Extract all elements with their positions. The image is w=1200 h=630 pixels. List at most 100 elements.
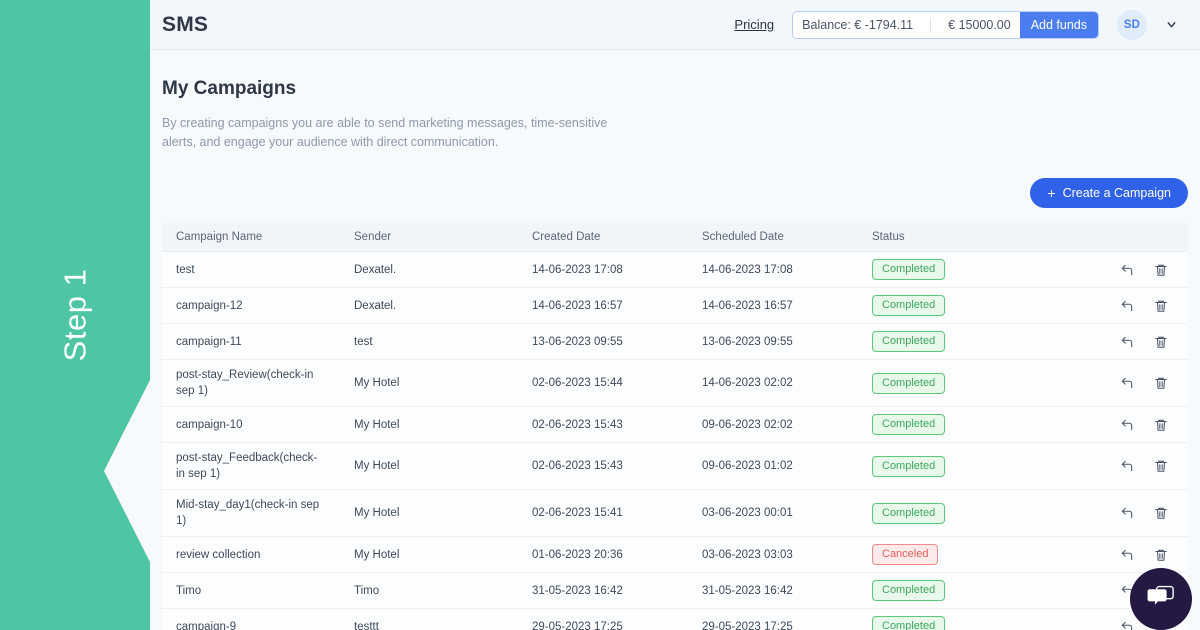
chat-bubbles-icon [1146,584,1176,615]
status-badge: Completed [872,259,946,280]
resend-arrow-icon[interactable] [1120,418,1134,432]
cell-status: Completed [858,372,1053,394]
cell-actions [1053,376,1188,390]
chevron-down-icon[interactable] [1165,18,1178,31]
cell-status: Canceled [858,544,1053,565]
page-content: My Campaigns By creating campaigns you a… [150,50,1200,630]
status-badge: Completed [872,502,946,524]
cell-created-date: 13-06-2023 09:55 [532,335,623,348]
balance-group: Balance: € -1794.11 € 15000.00 Add funds [792,10,1099,39]
cell-sender: Dexatel. [354,263,397,276]
cell-status: Completed [858,259,1053,280]
top-bar: SMS Pricing Balance: € -1794.11 € 15000.… [150,0,1200,50]
status-badge: Canceled [872,544,939,565]
status-badge: Completed [872,331,946,352]
cell-status: Completed [858,580,1053,601]
cell-sender: testtt [354,620,379,630]
cell-created-date: 02-06-2023 15:43 [532,418,623,431]
trash-icon[interactable] [1154,418,1168,432]
cell-campaign-name: campaign-9 [176,620,237,630]
trash-icon[interactable] [1154,459,1168,473]
trash-icon[interactable] [1154,263,1168,277]
cell-created-date: 29-05-2023 17:25 [532,620,623,630]
resend-arrow-icon[interactable] [1120,299,1134,313]
cell-created-date: 02-06-2023 15:43 [532,460,623,472]
table-row[interactable]: test Dexatel. 14-06-2023 17:08 14-06-2023 1… [162,252,1188,288]
table-row[interactable]: campaign-10 My Hotel 02-06-2023 15:43 09-06… [162,407,1188,443]
plus-icon: + [1047,185,1056,201]
cell-scheduled-date: 13-06-2023 09:55 [702,335,793,348]
table-row[interactable]: Mid-stay_day1(check-in sep 1) My Hotel 02-… [162,490,1188,537]
cell-scheduled-date: 03-06-2023 03:03 [702,548,793,561]
status-badge: Completed [872,414,946,435]
cell-sender: My Hotel [354,548,400,561]
create-campaign-label: Create a Campaign [1062,186,1171,200]
trash-icon[interactable] [1154,548,1168,562]
table-body: test Dexatel. 14-06-2023 17:08 14-06-2023 1… [162,252,1188,630]
cell-status: Completed [858,331,1053,352]
create-campaign-button[interactable]: + Create a Campaign [1030,178,1188,208]
resend-arrow-icon[interactable] [1120,335,1134,349]
trash-icon[interactable] [1154,376,1168,390]
cell-created-date: 14-06-2023 17:08 [532,263,623,276]
resend-arrow-icon[interactable] [1120,459,1134,473]
cell-actions [1053,263,1188,277]
cell-campaign-name: review collection [176,548,261,561]
trash-icon[interactable] [1154,335,1168,349]
cell-actions [1053,459,1188,473]
status-badge: Completed [872,580,946,601]
table-row[interactable]: campaign-11 test 13-06-2023 09:55 13-06-202… [162,324,1188,360]
table-header-row: Campaign Name Sender Created Date Schedu… [162,223,1188,252]
table-row[interactable]: campaign-9 testtt 29-05-2023 17:25 29-05-20… [162,609,1188,630]
resend-arrow-icon[interactable] [1120,548,1134,562]
table-row[interactable]: review collection My Hotel 01-06-2023 20:3… [162,537,1188,573]
resend-arrow-icon[interactable] [1120,620,1134,630]
table-row[interactable]: post-stay_Review(check-in sep 1) My Hotel… [162,360,1188,407]
cell-scheduled-date: 31-05-2023 16:42 [702,584,793,597]
pricing-link[interactable]: Pricing [734,17,774,32]
table-row[interactable]: Timo Timo 31-05-2023 16:42 31-05-2023 16:42… [162,573,1188,609]
cell-actions [1053,299,1188,313]
resend-arrow-icon[interactable] [1120,376,1134,390]
column-header-status: Status [872,231,905,243]
cell-campaign-name: campaign-10 [176,418,243,431]
step-panel: Step 1 [0,0,150,630]
column-header-created-date: Created Date [532,231,601,243]
cell-actions [1053,506,1188,520]
column-header-scheduled-date: Scheduled Date [702,231,784,243]
column-header-campaign-name: Campaign Name [176,231,263,243]
cell-scheduled-date: 29-05-2023 17:25 [702,620,793,630]
cell-sender: My Hotel [354,460,400,472]
trash-icon[interactable] [1154,506,1168,520]
chat-widget-button[interactable] [1130,568,1192,630]
resend-arrow-icon[interactable] [1120,506,1134,520]
cell-actions [1053,418,1188,432]
cell-status: Completed [858,616,1053,630]
trash-icon[interactable] [1154,299,1168,313]
add-funds-button[interactable]: Add funds [1019,11,1098,38]
cell-sender: My Hotel [354,418,400,431]
resend-arrow-icon[interactable] [1120,263,1134,277]
avatar[interactable]: SD [1117,9,1147,40]
page-actions-row: + Create a Campaign [162,178,1188,208]
cell-campaign-name: post-stay_Feedback(check-in sep 1) [176,452,318,480]
status-badge: Completed [872,455,946,477]
cell-campaign-name: test [176,263,195,276]
cell-scheduled-date: 14-06-2023 17:08 [702,263,793,276]
cell-status: Completed [858,502,1053,524]
cell-campaign-name: campaign-11 [176,335,242,348]
cell-sender: My Hotel [354,507,400,519]
step-label: Step 1 [57,268,92,362]
table-row[interactable]: campaign-12 Dexatel. 14-06-2023 16:57 14-06… [162,288,1188,324]
cell-campaign-name: post-stay_Review(check-in sep 1) [176,369,314,397]
cell-created-date: 01-06-2023 20:36 [532,548,623,561]
campaigns-table: Campaign Name Sender Created Date Schedu… [162,223,1188,630]
cell-campaign-name: campaign-12 [176,299,243,312]
credit-amount: € 15000.00 [948,17,1011,32]
cell-scheduled-date: 14-06-2023 02:02 [702,377,793,389]
balance-divider [930,17,932,32]
table-row[interactable]: post-stay_Feedback(check-in sep 1) My Hot… [162,443,1188,490]
cell-created-date: 14-06-2023 16:57 [532,299,623,312]
cell-status: Completed [858,414,1053,435]
brand-logo[interactable]: SMS [162,13,208,37]
